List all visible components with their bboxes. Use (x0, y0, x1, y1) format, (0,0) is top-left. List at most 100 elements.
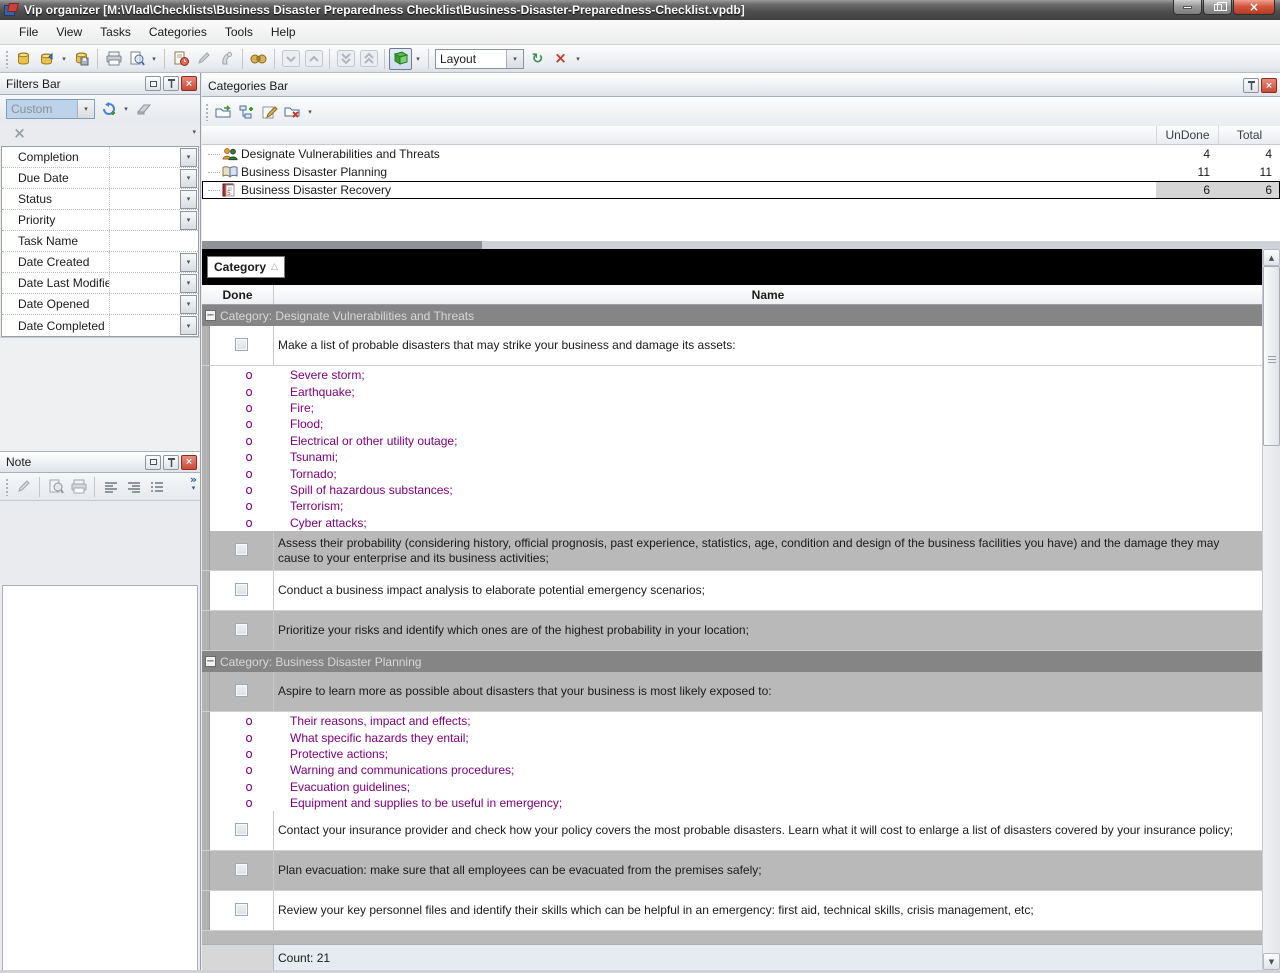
close-button[interactable]: × (1233, 0, 1275, 15)
filter-dropdown-date-completed[interactable]: ▾ (180, 316, 197, 335)
align-right-button[interactable] (122, 476, 145, 498)
layout-combobox-button[interactable]: ▾ (506, 50, 523, 68)
menu-help[interactable]: Help (262, 21, 305, 43)
categories-hscrollbar[interactable] (202, 241, 1280, 249)
note-print-preview-button[interactable] (44, 476, 67, 498)
undone-column-header[interactable]: UnDone (1156, 126, 1218, 144)
bullet-list-button[interactable] (145, 476, 168, 498)
task-row[interactable]: Prioritize your risks and identify which… (202, 611, 1262, 651)
minimize-button[interactable] (1173, 0, 1202, 15)
task-row[interactable]: Aspire to learn more as possible about d… (202, 672, 1262, 712)
apply-filter-button[interactable] (97, 98, 120, 120)
new-category-button[interactable] (212, 101, 235, 123)
group-by-category-button[interactable]: Category △ (207, 256, 285, 278)
sync-layout-button[interactable]: ↻ (526, 48, 549, 70)
layout-combobox[interactable]: Layout ▾ (435, 49, 524, 69)
collapse-minus-icon[interactable]: − (205, 656, 216, 667)
apply-filter-dropdown[interactable]: ▾ (120, 98, 132, 120)
clear-filter-button[interactable] (132, 98, 155, 120)
task-row[interactable]: Make a list of probable disasters that m… (202, 326, 1262, 366)
task-row[interactable]: Plan evacuation: make sure that all empl… (202, 851, 1262, 891)
name-column-header[interactable]: Name (274, 285, 1262, 304)
edit-category-button[interactable] (258, 101, 281, 123)
filter-dropdown-date-last-modified[interactable]: ▾ (180, 274, 197, 293)
remove-filter-button[interactable]: × (8, 122, 31, 144)
categories-close-button[interactable]: × (1261, 78, 1277, 93)
assign-task-button[interactable] (215, 48, 238, 70)
toolbar-grip[interactable] (205, 103, 209, 121)
move-bottom-button[interactable] (334, 48, 357, 70)
note-close-button[interactable]: × (181, 455, 197, 470)
task-checkbox[interactable] (235, 903, 248, 916)
filters-close-button[interactable]: × (181, 76, 197, 91)
note-overflow-button[interactable]: » ▾ (190, 475, 197, 492)
hscroll-thumb[interactable] (202, 241, 482, 249)
note-content-area[interactable] (2, 585, 198, 971)
restore-button[interactable] (1203, 0, 1232, 15)
filters-restore-button[interactable] (145, 76, 161, 91)
filters-overflow-dropdown[interactable]: ▾ (192, 128, 196, 136)
note-print-button[interactable] (67, 476, 90, 498)
group-row-category-business-disaster-planning[interactable]: −Category: Business Disaster Planning (202, 651, 1262, 672)
filter-dropdown-due-date[interactable]: ▾ (180, 169, 197, 188)
print-button[interactable] (102, 48, 125, 70)
layout-view-dropdown[interactable]: ▾ (412, 48, 424, 70)
move-top-button[interactable] (357, 48, 380, 70)
menu-view[interactable]: View (47, 21, 91, 43)
task-checkbox[interactable] (235, 863, 248, 876)
menu-categories[interactable]: Categories (140, 21, 216, 43)
categories-toolbar-dropdown[interactable]: ▾ (304, 101, 316, 123)
filter-dropdown-completion[interactable]: ▾ (180, 148, 197, 167)
filters-pin-button[interactable] (163, 76, 179, 91)
scroll-up-button[interactable]: ▲ (1263, 249, 1280, 266)
note-edit-button[interactable] (12, 476, 35, 498)
menu-tasks[interactable]: Tasks (91, 21, 140, 43)
total-column-header[interactable]: Total (1218, 126, 1280, 144)
menu-tools[interactable]: Tools (216, 21, 262, 43)
note-pin-button[interactable] (163, 455, 179, 470)
task-checkbox[interactable] (235, 583, 248, 596)
toolbar-grip[interactable] (5, 50, 9, 68)
task-row[interactable]: Review your key personnel files and iden… (202, 891, 1262, 931)
category-row-business-disaster-planning[interactable]: Business Disaster Planning1111 (202, 163, 1280, 181)
task-checkbox[interactable] (235, 684, 248, 697)
new-subcategory-button[interactable] (235, 101, 258, 123)
task-row[interactable]: Contact your insurance provider and chec… (202, 811, 1262, 851)
save-database-button[interactable] (70, 48, 93, 70)
new-database-button[interactable] (12, 48, 35, 70)
group-row-category-designate-vulnerabilities-and-threats[interactable]: −Category: Designate Vulnerabilities and… (202, 305, 1262, 326)
new-task-button[interactable] (169, 48, 192, 70)
categories-pin-button[interactable] (1243, 78, 1259, 93)
task-checkbox[interactable] (235, 338, 248, 351)
move-down-button[interactable] (279, 48, 302, 70)
vertical-scrollbar[interactable]: ▲ ▼ (1262, 249, 1280, 970)
print-preview-dropdown[interactable]: ▾ (148, 48, 160, 70)
done-column-header[interactable]: Done (202, 285, 274, 304)
filter-preset-combobox[interactable]: Custom ▾ (6, 99, 95, 119)
open-database-dropdown[interactable]: ▾ (58, 48, 70, 70)
find-button[interactable] (247, 48, 270, 70)
filter-dropdown-date-created[interactable]: ▾ (180, 253, 197, 272)
open-database-button[interactable] (35, 48, 58, 70)
print-preview-button[interactable] (125, 48, 148, 70)
layout-view-button[interactable] (389, 48, 412, 70)
move-up-button[interactable] (302, 48, 325, 70)
delete-button[interactable]: × (549, 48, 572, 70)
filter-preset-dropdown-button[interactable]: ▾ (77, 100, 94, 118)
note-restore-button[interactable] (145, 455, 161, 470)
edit-task-button[interactable] (192, 48, 215, 70)
scroll-down-button[interactable]: ▼ (1263, 953, 1280, 970)
task-checkbox[interactable] (235, 543, 248, 556)
task-checkbox[interactable] (235, 823, 248, 836)
align-left-button[interactable] (99, 476, 122, 498)
task-checkbox[interactable] (235, 623, 248, 636)
task-row[interactable]: Conduct a business impact analysis to el… (202, 571, 1262, 611)
toolbar-grip[interactable] (5, 478, 9, 496)
delete-category-button[interactable] (281, 101, 304, 123)
toolbar-options-dropdown[interactable]: ▾ (572, 48, 584, 70)
scroll-thumb[interactable] (1263, 266, 1280, 446)
task-row[interactable]: Assess their probability (considering hi… (202, 531, 1262, 571)
filter-dropdown-status[interactable]: ▾ (180, 190, 197, 209)
filter-dropdown-date-opened[interactable]: ▾ (180, 295, 197, 314)
category-row-business-disaster-recovery[interactable]: 5Business Disaster Recovery66 (202, 181, 1280, 199)
